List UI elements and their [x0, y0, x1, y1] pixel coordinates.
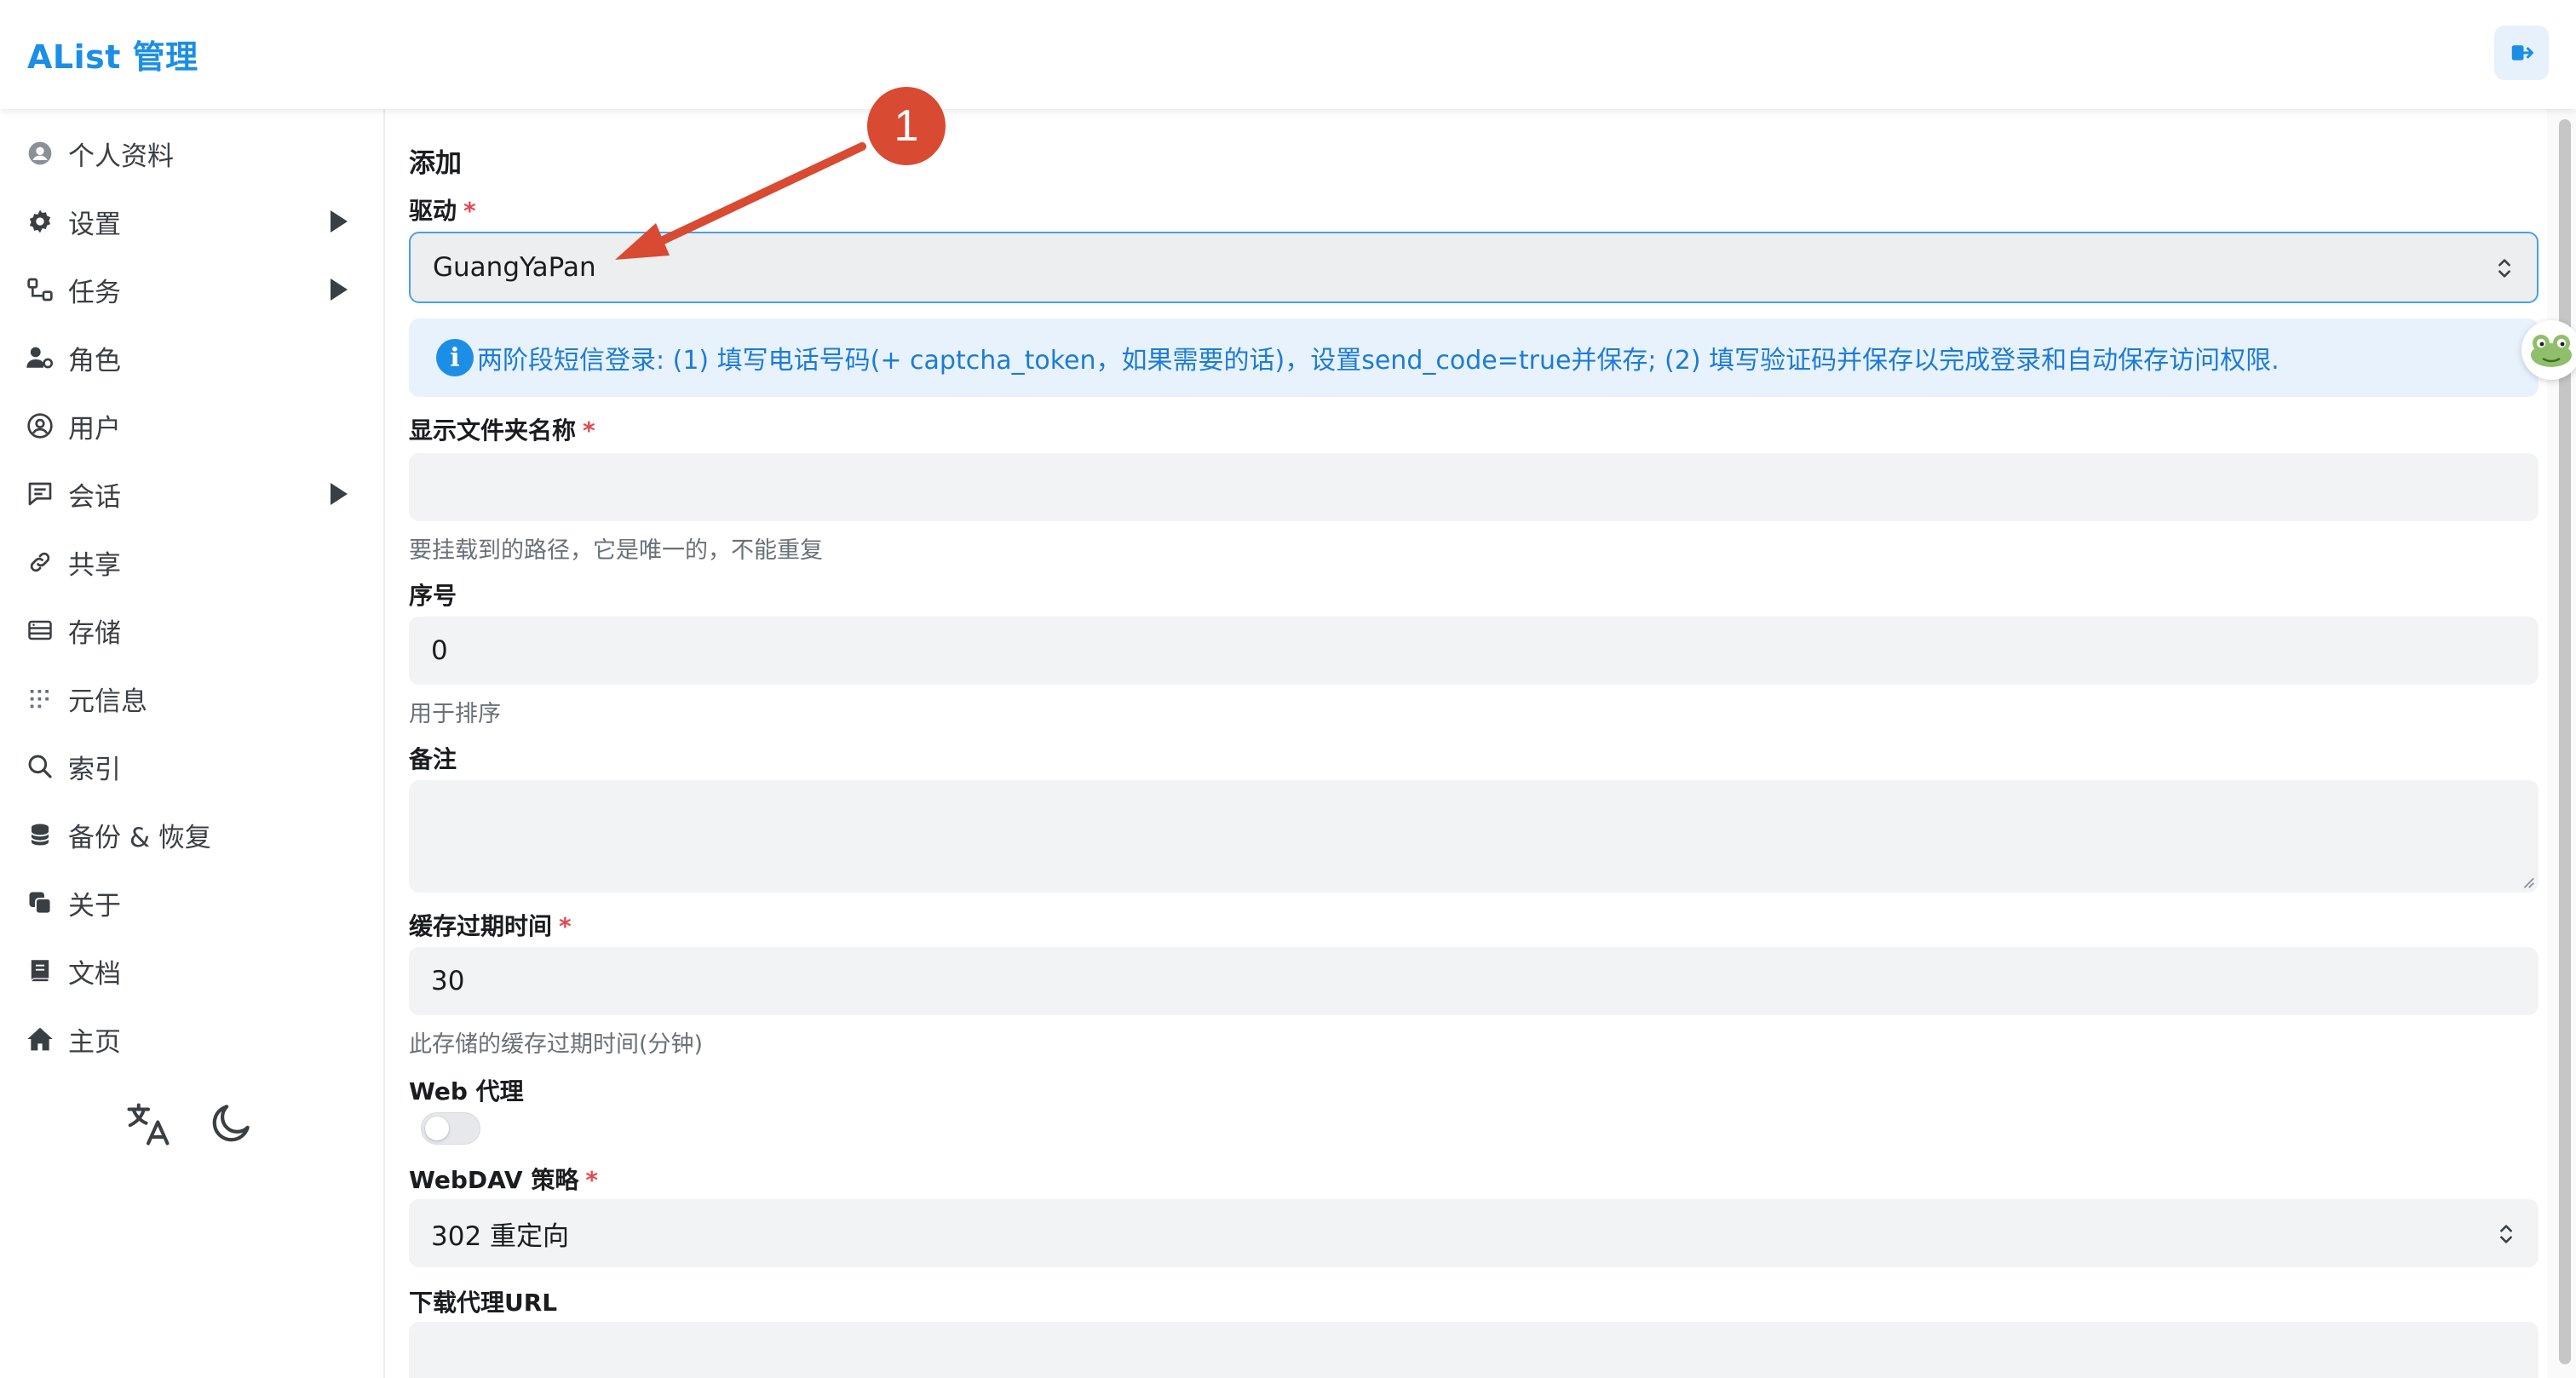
- required-mark: *: [559, 912, 572, 940]
- info-alert: i 两阶段短信登录: (1) 填写电话号码(+ captcha_token，如果…: [409, 319, 2539, 397]
- expand-arrow-icon[interactable]: [331, 210, 348, 233]
- mount-path-input[interactable]: [409, 453, 2539, 521]
- scrollbar-thumb[interactable]: [2559, 119, 2571, 1364]
- chevron-updown-icon: [2498, 259, 2510, 278]
- webdav-policy-value: 302 重定向: [431, 1220, 570, 1252]
- book-icon: [26, 956, 55, 985]
- annotation-badge: 1: [867, 87, 946, 165]
- web-proxy-toggle[interactable]: [421, 1112, 480, 1145]
- page-title: 添加: [409, 148, 462, 179]
- sidebar-item-about[interactable]: 关于: [0, 872, 385, 933]
- sidebar-tools: [123, 1099, 259, 1158]
- required-mark: *: [463, 197, 476, 225]
- remark-label: 备注: [409, 745, 457, 773]
- user-circle-icon: [26, 139, 55, 168]
- order-helper: 用于排序: [409, 701, 501, 727]
- resize-grip-icon[interactable]: [2520, 874, 2535, 889]
- order-input[interactable]: 0: [409, 617, 2539, 685]
- sidebar-item-settings[interactable]: 设置: [0, 191, 385, 252]
- toggle-knob: [425, 1117, 449, 1140]
- sidebar-item-storage[interactable]: 存储: [0, 600, 385, 661]
- sidebar-item-label: 元信息: [68, 686, 147, 717]
- sidebar-item-label: 角色: [68, 345, 121, 376]
- sidebar-item-backup[interactable]: 备份 & 恢复: [0, 804, 385, 865]
- chevron-updown-icon: [2500, 1225, 2512, 1243]
- home-icon: [26, 1025, 55, 1054]
- moon-icon: [212, 1105, 250, 1142]
- sidebar-item-home[interactable]: 主页: [0, 1008, 385, 1070]
- expand-arrow-icon[interactable]: [331, 278, 348, 301]
- sidebar-item-label: 共享: [68, 549, 121, 581]
- link-icon: [26, 548, 55, 577]
- sidebar-item-label: 会话: [68, 481, 121, 513]
- sidebar-item-label: 文档: [68, 958, 121, 990]
- required-mark: *: [583, 416, 595, 445]
- sidebar-item-label: 主页: [68, 1026, 121, 1058]
- sidebar-item-share[interactable]: 共享: [0, 531, 385, 593]
- floating-helper-avatar[interactable]: [2521, 320, 2576, 380]
- remark-textarea[interactable]: [409, 780, 2539, 893]
- sidebar-item-label: 关于: [68, 890, 121, 922]
- sidebar-item-tasks[interactable]: 任务: [0, 259, 385, 320]
- mount-path-label: 显示文件夹名称 *: [409, 416, 595, 445]
- app-title[interactable]: AList 管理: [27, 31, 198, 78]
- sidebar-item-index[interactable]: 索引: [0, 736, 385, 797]
- cache-expiration-helper: 此存储的缓存过期时间(分钟): [409, 1031, 704, 1058]
- expand-arrow-icon[interactable]: [331, 483, 348, 505]
- driver-select-value: GuangYaPan: [433, 252, 596, 283]
- webdav-policy-label: WebDAV 策略 *: [409, 1166, 599, 1194]
- sidebar-item-label: 个人资料: [68, 141, 174, 172]
- order-label: 序号: [409, 582, 457, 610]
- meta-icon: [26, 684, 55, 713]
- logout-button[interactable]: [2494, 26, 2549, 80]
- translate-icon: [127, 1103, 170, 1145]
- theme-toggle-button[interactable]: [208, 1099, 259, 1150]
- chat-icon: [26, 479, 55, 508]
- user-gear-icon: [26, 343, 55, 372]
- frog-icon: [2531, 335, 2572, 367]
- sidebar-item-sessions[interactable]: 会话: [0, 463, 385, 525]
- logout-icon: [2511, 45, 2533, 60]
- down-proxy-url-label: 下载代理URL: [409, 1289, 558, 1317]
- driver-select[interactable]: GuangYaPan: [409, 232, 2539, 303]
- copy-icon: [26, 888, 55, 917]
- info-icon: i: [436, 339, 474, 376]
- webdav-policy-select[interactable]: 302 重定向: [409, 1199, 2539, 1267]
- sidebar-item-label: 任务: [68, 277, 121, 308]
- database-icon: [26, 820, 55, 849]
- sidebar-item-profile[interactable]: 个人资料: [0, 123, 385, 184]
- user-icon: [26, 411, 55, 440]
- mount-path-helper: 要挂载到的路径，它是唯一的，不能重复: [409, 537, 823, 564]
- sidebar-item-label: 索引: [68, 754, 121, 785]
- sidebar-item-roles[interactable]: 角色: [0, 327, 385, 388]
- language-button[interactable]: [123, 1099, 174, 1150]
- flow-icon: [26, 275, 55, 304]
- gear-icon: [26, 207, 55, 236]
- down-proxy-url-input[interactable]: [409, 1322, 2539, 1378]
- cache-expiration-label: 缓存过期时间 *: [409, 912, 572, 940]
- sidebar-item-users[interactable]: 用户: [0, 395, 385, 456]
- sidebar-item-label: 备份 & 恢复: [68, 822, 211, 853]
- sidebar-item-label: 设置: [68, 209, 121, 240]
- cache-expiration-input[interactable]: 30: [409, 947, 2539, 1015]
- sidebar-item-label: 用户: [68, 413, 121, 445]
- storage-icon: [26, 616, 55, 645]
- search-icon: [26, 752, 55, 781]
- driver-label: 驱动 *: [409, 197, 476, 225]
- required-mark: *: [585, 1166, 599, 1194]
- sidebar-item-docs[interactable]: 文档: [0, 940, 385, 1002]
- sidebar-item-label: 存储: [68, 617, 121, 649]
- sidebar-item-meta[interactable]: 元信息: [0, 668, 385, 729]
- alert-text: 两阶段短信登录: (1) 填写电话号码(+ captcha_token，如果需要…: [477, 346, 2280, 376]
- sidebar: 个人资料 设置 任务 角色 用户 会话 共享 存储 元信息 索引 备份 & 恢复…: [0, 109, 385, 1378]
- web-proxy-label: Web 代理: [409, 1077, 524, 1105]
- top-header: AList 管理: [0, 0, 2576, 109]
